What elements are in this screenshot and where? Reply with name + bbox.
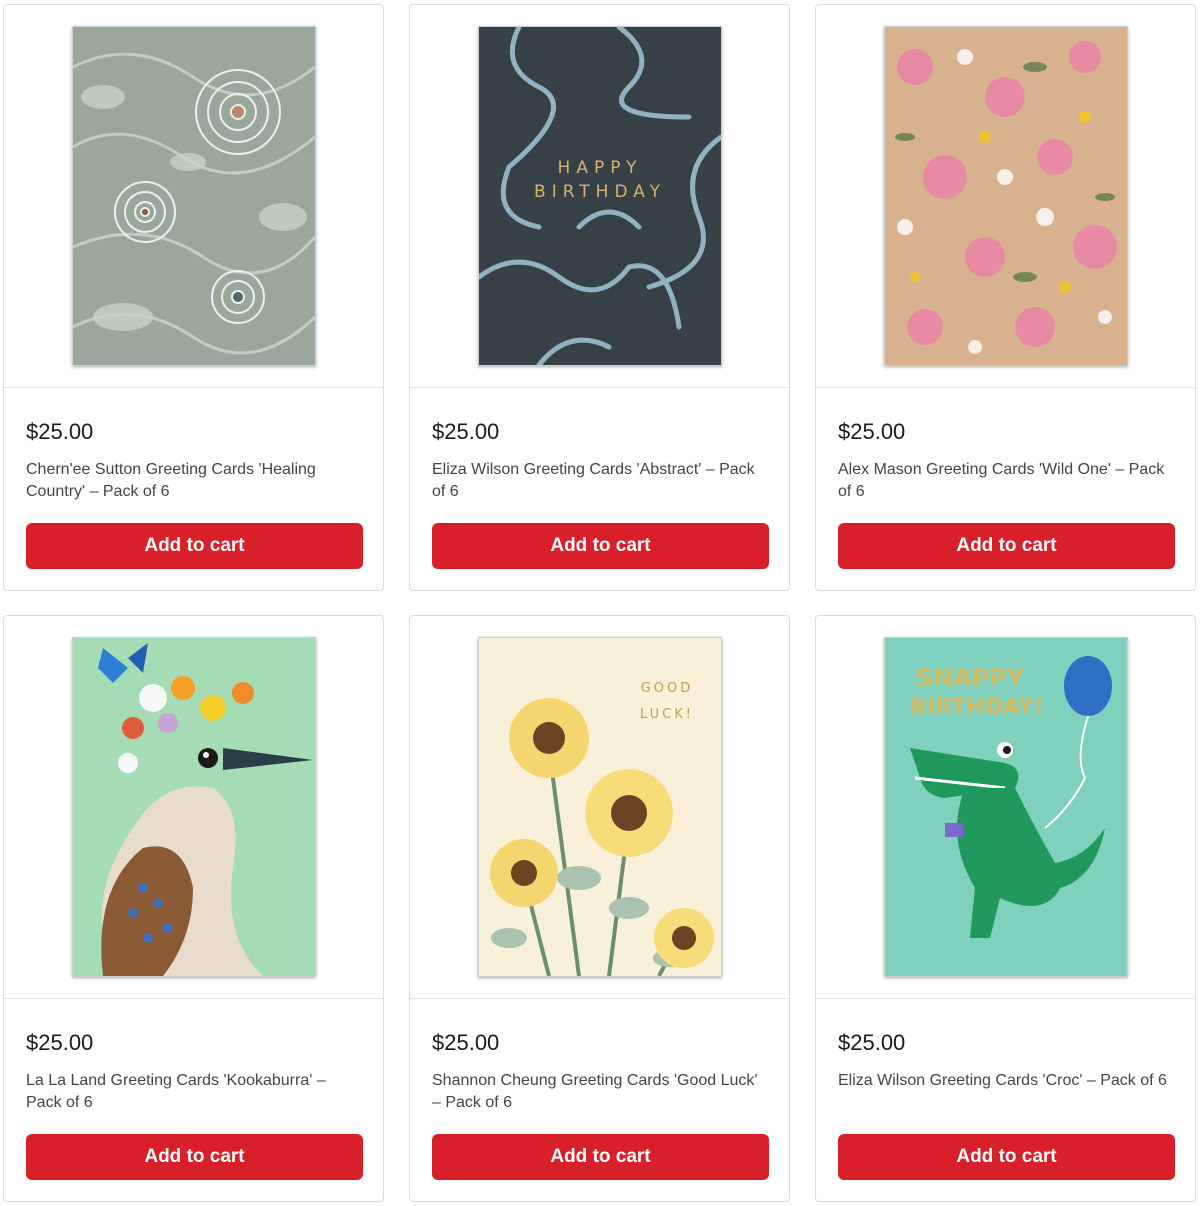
add-to-cart-button[interactable]: Add to cart [26, 1134, 363, 1180]
add-to-cart-button[interactable]: Add to cart [838, 523, 1175, 569]
product-title[interactable]: La La Land Greeting Cards 'Kookaburra' –… [26, 1070, 356, 1114]
product-image-abstract[interactable]: HAPPY BIRTHDAY [477, 26, 722, 366]
product-price: $25.00 [26, 1030, 94, 1055]
card-text-line-1: GOOD [640, 681, 693, 696]
add-to-cart-button[interactable]: Add to cart [838, 1134, 1175, 1180]
product-image-area[interactable] [4, 5, 383, 388]
product-image-area[interactable]: SNAPPY BIRTHDAY! [816, 616, 1195, 999]
card-text-line-2: LUCK! [640, 707, 694, 722]
product-grid: $25.00 Chern'ee Sutton Greeting Cards 'H… [0, 0, 1200, 1206]
add-to-cart-button[interactable]: Add to cart [432, 1134, 769, 1180]
add-to-cart-button[interactable]: Add to cart [432, 523, 769, 569]
product-title[interactable]: Shannon Cheung Greeting Cards 'Good Luck… [432, 1070, 762, 1114]
product-price: $25.00 [432, 1030, 500, 1055]
card-text-line-1: HAPPY [557, 158, 642, 178]
product-card[interactable]: HAPPY BIRTHDAY $25.00 Eliza Wilson Greet… [409, 4, 790, 591]
product-card[interactable]: GOOD LUCK! $25.00 Shannon Cheung Greetin… [409, 615, 790, 1202]
add-to-cart-button[interactable]: Add to cart [26, 523, 363, 569]
product-card[interactable]: $25.00 Alex Mason Greeting Cards 'Wild O… [815, 4, 1196, 591]
product-price: $25.00 [838, 419, 906, 444]
product-card[interactable]: SNAPPY BIRTHDAY! $25.00 Eliza Wilson Gre… [815, 615, 1196, 1202]
card-text-line-2: BIRTHDAY [534, 182, 666, 202]
product-image-area[interactable] [816, 5, 1195, 388]
product-card[interactable]: $25.00 La La Land Greeting Cards 'Kookab… [3, 615, 384, 1202]
product-price: $25.00 [432, 419, 500, 444]
product-image-croc[interactable]: SNAPPY BIRTHDAY! [883, 637, 1128, 977]
product-image-good-luck[interactable]: GOOD LUCK! [477, 637, 722, 977]
product-card[interactable]: $25.00 Chern'ee Sutton Greeting Cards 'H… [3, 4, 384, 591]
product-image-kookaburra[interactable] [71, 637, 316, 977]
product-image-area[interactable] [4, 616, 383, 999]
product-price: $25.00 [838, 1030, 906, 1055]
card-text-line-2: BIRTHDAY! [910, 695, 1043, 720]
product-title[interactable]: Eliza Wilson Greeting Cards 'Abstract' –… [432, 459, 762, 503]
product-image-area[interactable]: GOOD LUCK! [410, 616, 789, 999]
product-image-wild-one[interactable] [883, 26, 1128, 366]
product-title[interactable]: Eliza Wilson Greeting Cards 'Croc' – Pac… [838, 1070, 1168, 1092]
card-text-line-1: SNAPPY [915, 664, 1024, 692]
product-price: $25.00 [26, 419, 94, 444]
product-image-healing-country[interactable] [71, 26, 316, 366]
product-image-area[interactable]: HAPPY BIRTHDAY [410, 5, 789, 388]
product-title[interactable]: Alex Mason Greeting Cards 'Wild One' – P… [838, 459, 1168, 503]
product-title[interactable]: Chern'ee Sutton Greeting Cards 'Healing … [26, 459, 356, 503]
